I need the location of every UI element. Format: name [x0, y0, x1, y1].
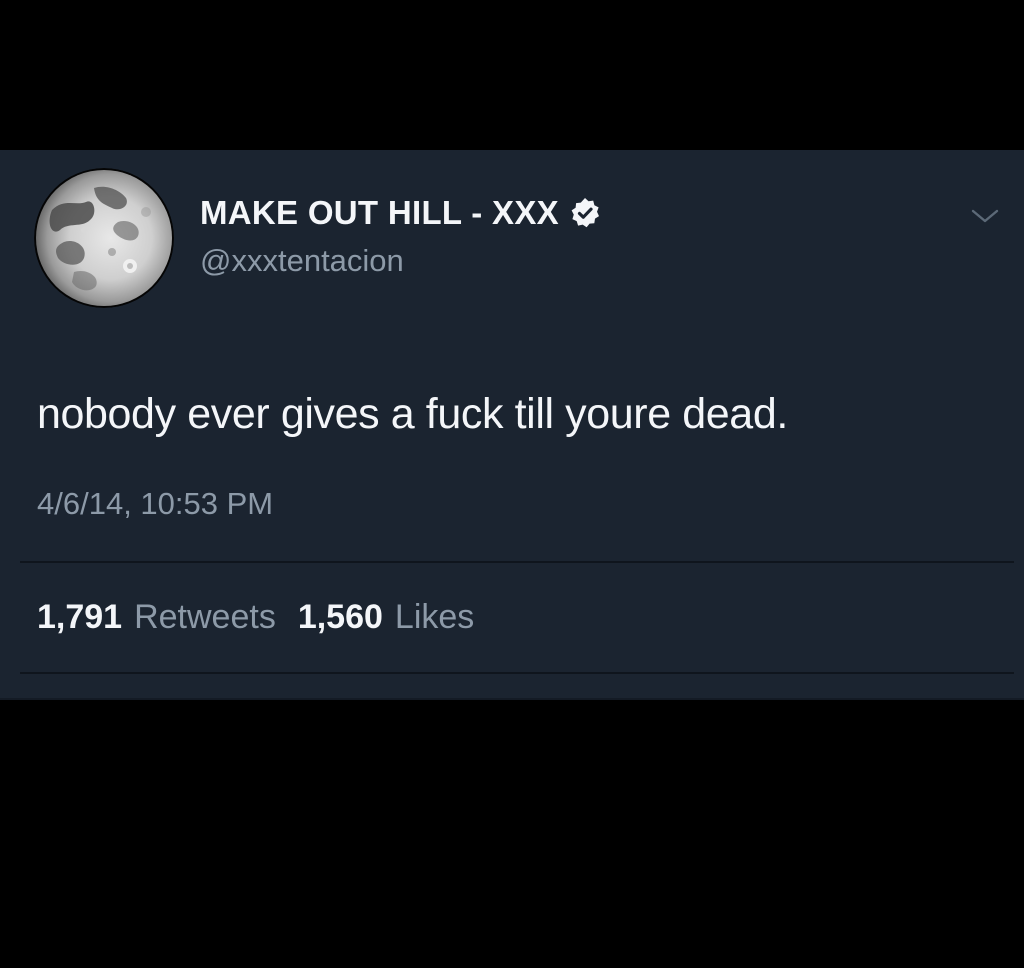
likes-stat[interactable]: 1,560 Likes	[298, 598, 474, 637]
display-name-row[interactable]: MAKE OUT HILL - XXX	[200, 193, 601, 233]
verified-badge-icon	[571, 198, 599, 228]
likes-label: Likes	[394, 598, 475, 636]
tweet-timestamp[interactable]: 4/6/14, 10:53 PM	[37, 486, 273, 522]
divider	[20, 672, 1014, 674]
avatar[interactable]	[34, 168, 174, 308]
chevron-down-icon[interactable]	[968, 205, 1002, 227]
retweets-count: 1,791	[37, 598, 123, 636]
retweets-label: Retweets	[134, 598, 276, 636]
user-handle[interactable]: @xxxtentacion	[200, 243, 404, 279]
display-name[interactable]: MAKE OUT HILL - XXX	[200, 194, 559, 232]
moon-avatar-icon	[34, 168, 174, 308]
tweet-text: nobody ever gives a fuck till youre dead…	[37, 390, 788, 438]
retweets-stat[interactable]: 1,791 Retweets	[37, 598, 276, 637]
tweet-stats: 1,791 Retweets 1,560 Likes	[37, 598, 474, 637]
divider	[20, 561, 1014, 563]
likes-count: 1,560	[297, 598, 383, 636]
